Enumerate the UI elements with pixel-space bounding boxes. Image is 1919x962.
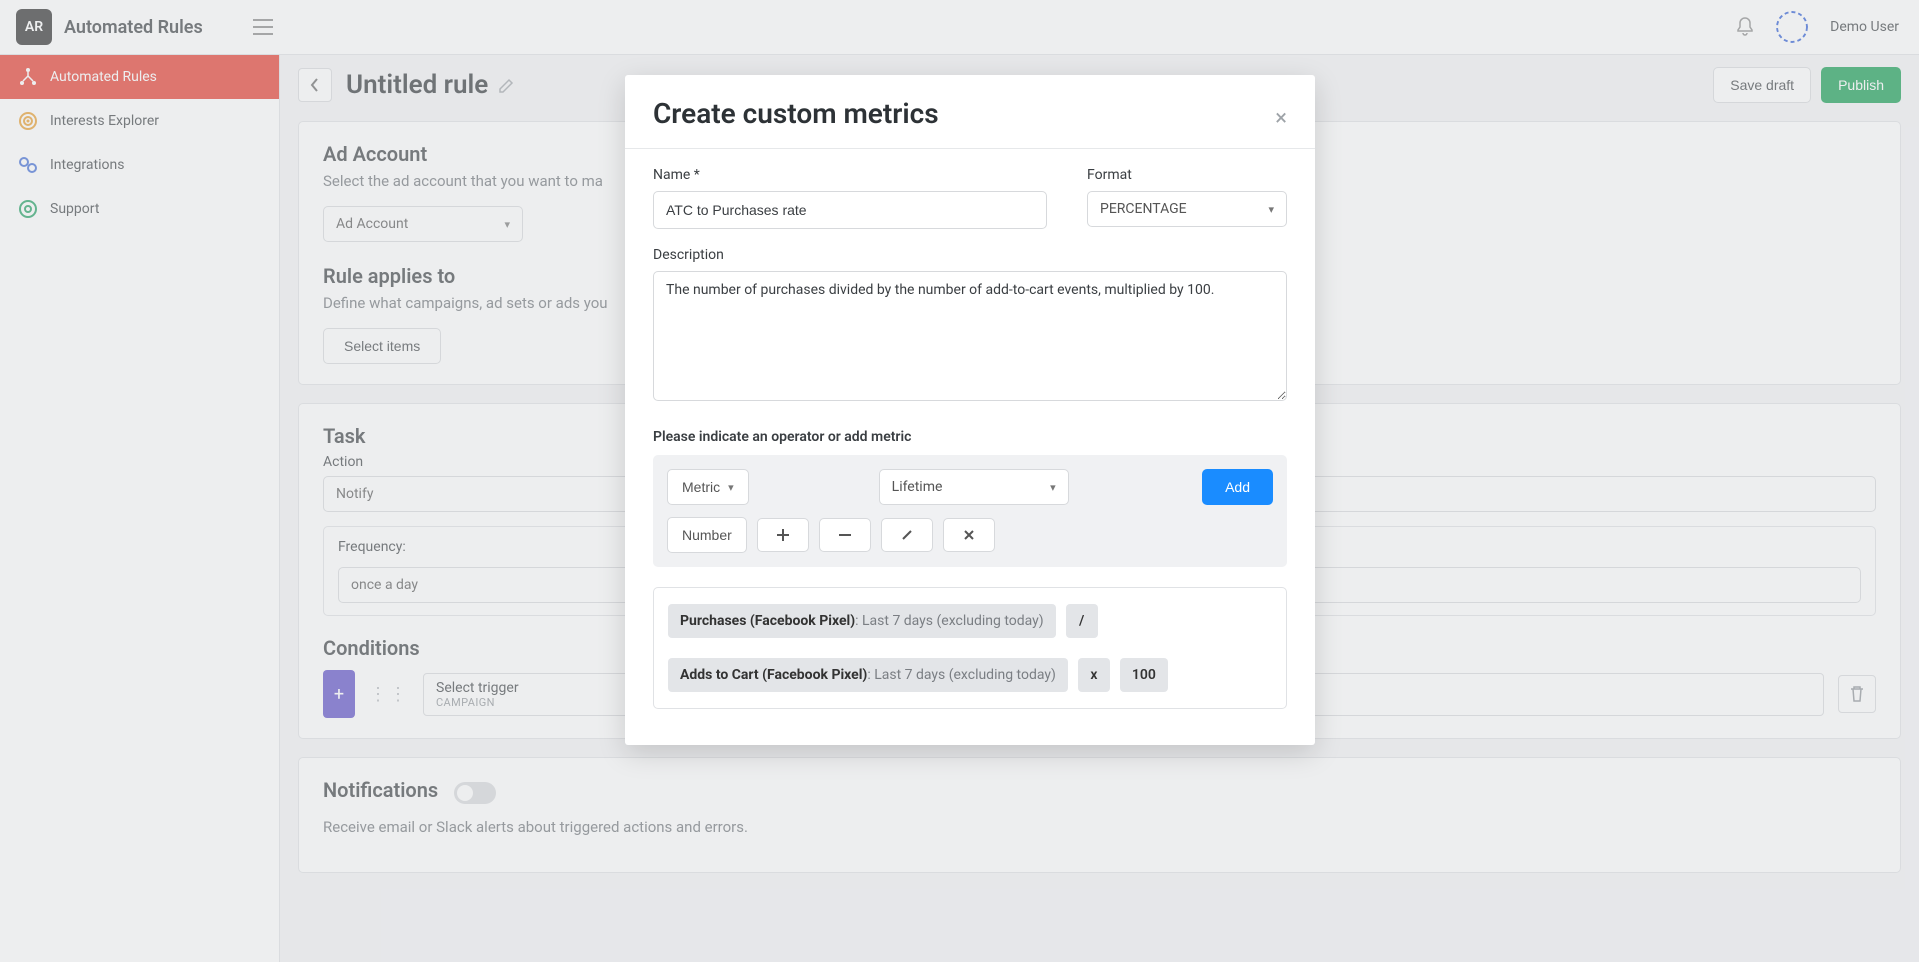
formula-metric-chip[interactable]: Purchases (Facebook Pixel): Last 7 days … <box>668 604 1056 638</box>
formula-operator-chip[interactable]: / <box>1066 604 1098 638</box>
name-input[interactable] <box>653 191 1047 229</box>
name-label: Name * <box>653 167 1047 183</box>
chevron-down-icon: ▾ <box>1050 481 1056 494</box>
operator-label: Please indicate an operator or add metri… <box>653 429 1287 445</box>
divide-operator-button[interactable] <box>881 518 933 552</box>
modal-title: Create custom metrics <box>653 97 939 130</box>
formula-box: Purchases (Facebook Pixel): Last 7 days … <box>653 587 1287 709</box>
chevron-down-icon: ▾ <box>1268 203 1274 216</box>
timeframe-select[interactable]: Lifetime ▾ <box>879 469 1069 505</box>
format-select[interactable]: PERCENTAGE ▾ <box>1087 191 1287 227</box>
description-label: Description <box>653 247 1287 263</box>
formula-number-chip[interactable]: 100 <box>1120 658 1168 692</box>
multiply-operator-button[interactable] <box>943 518 995 552</box>
chevron-down-icon: ▾ <box>728 481 734 494</box>
create-custom-metrics-modal: Create custom metrics × Name * Format PE… <box>625 75 1315 745</box>
operator-panel: Metric ▾ Lifetime ▾ Add Number <box>653 455 1287 567</box>
minus-operator-button[interactable] <box>819 518 871 552</box>
format-label: Format <box>1087 167 1287 183</box>
formula-metric-chip[interactable]: Adds to Cart (Facebook Pixel): Last 7 da… <box>668 658 1068 692</box>
add-button[interactable]: Add <box>1202 469 1273 505</box>
metric-dropdown-button[interactable]: Metric ▾ <box>667 469 749 505</box>
close-icon[interactable]: × <box>1275 108 1287 130</box>
formula-operator-chip[interactable]: x <box>1078 658 1110 692</box>
plus-operator-button[interactable] <box>757 518 809 552</box>
description-input[interactable]: The number of purchases divided by the n… <box>653 271 1287 401</box>
number-button[interactable]: Number <box>667 517 747 553</box>
